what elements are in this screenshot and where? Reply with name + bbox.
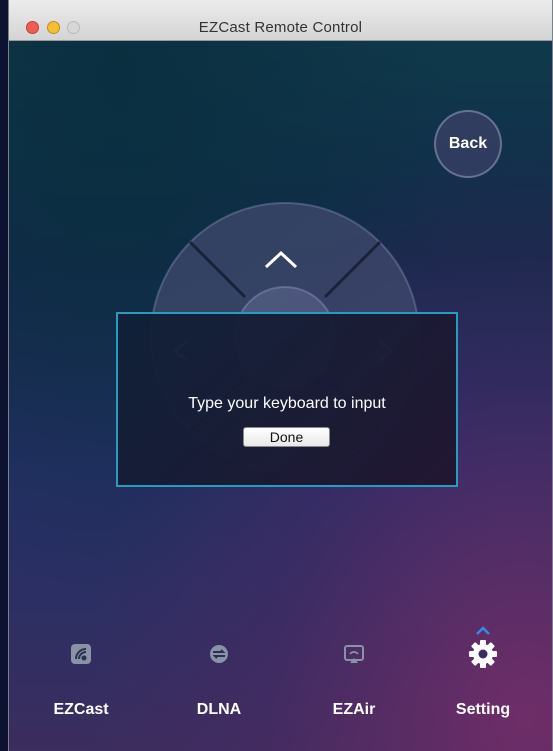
keyboard-input-dialog: Type your keyboard to input Done — [116, 312, 458, 487]
tab-ezcast[interactable]: EZCast — [31, 639, 131, 739]
done-button[interactable]: Done — [243, 427, 330, 447]
tab-label: EZCast — [53, 701, 109, 718]
ezair-icon — [304, 639, 404, 669]
ezcast-icon — [31, 639, 131, 669]
tab-label: DLNA — [196, 701, 242, 718]
back-button[interactable]: Back — [434, 110, 502, 178]
tab-label: Setting — [455, 701, 511, 718]
dpad-up-button[interactable] — [239, 211, 329, 271]
tab-setting[interactable]: Setting — [433, 639, 533, 739]
app-window: EZCast Remote Control Back OK — [8, 0, 553, 751]
title-bar: EZCast Remote Control — [9, 0, 552, 41]
tab-dlna[interactable]: DLNA — [169, 639, 269, 739]
remote-content: Back OK Type your keyboard to input — [9, 41, 552, 751]
dlna-icon — [169, 639, 269, 669]
dialog-message: Type your keyboard to input — [188, 395, 386, 412]
gear-icon — [433, 639, 533, 669]
window-title: EZCast Remote Control — [198, 19, 363, 36]
tab-ezair[interactable]: EZAir — [304, 639, 404, 739]
tab-label: EZAir — [332, 701, 376, 718]
